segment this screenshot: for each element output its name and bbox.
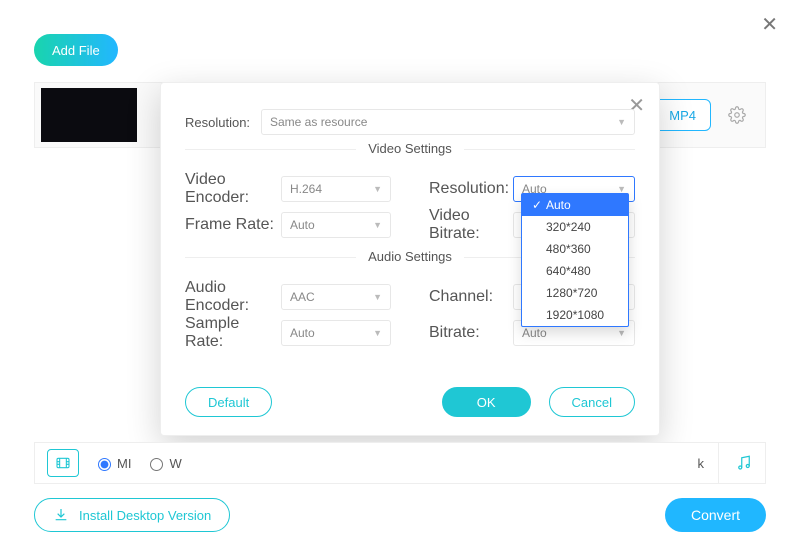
video-bitrate-label: Video Bitrate: xyxy=(429,207,513,243)
resolution-profile-label: Resolution: xyxy=(185,115,261,130)
check-icon: ✓ xyxy=(532,198,546,212)
output-format-label: MP4 xyxy=(669,108,696,123)
chevron-down-icon: ▼ xyxy=(617,117,626,127)
resolution-option[interactable]: 1280*720 xyxy=(522,282,628,304)
format-strip: MI W k xyxy=(34,442,766,484)
strip-right-text: k xyxy=(698,456,705,471)
video-encoder-label: Video Encoder: xyxy=(185,171,281,207)
install-desktop-button[interactable]: Install Desktop Version xyxy=(34,498,230,532)
resolution-option[interactable]: 640*480 xyxy=(522,260,628,282)
gear-icon[interactable] xyxy=(723,101,751,129)
frame-rate-label: Frame Rate: xyxy=(185,216,281,234)
chevron-down-icon: ▼ xyxy=(373,184,382,194)
convert-button[interactable]: Convert xyxy=(665,498,766,532)
chevron-down-icon: ▼ xyxy=(373,220,382,230)
audio-encoder-select[interactable]: AAC▼ xyxy=(281,284,391,310)
chevron-down-icon: ▼ xyxy=(373,292,382,302)
default-button[interactable]: Default xyxy=(185,387,272,417)
resolution-option[interactable]: 480*360 xyxy=(522,238,628,260)
cancel-button[interactable]: Cancel xyxy=(549,387,635,417)
video-encoder-select[interactable]: H.264▼ xyxy=(281,176,391,202)
resolution-profile-select[interactable]: Same as resource ▼ xyxy=(261,109,635,135)
audio-encoder-label: Audio Encoder: xyxy=(185,279,281,315)
resolution-option[interactable]: 1920*1080 xyxy=(522,304,628,326)
chevron-down-icon: ▼ xyxy=(373,328,382,338)
download-icon xyxy=(53,507,69,523)
add-file-button[interactable]: Add File xyxy=(34,34,118,66)
resolution-dropdown-menu: ✓Auto 320*240 480*360 640*480 1280*720 1… xyxy=(521,193,629,327)
video-format-icon[interactable] xyxy=(47,449,79,477)
window-close-icon[interactable]: ✕ xyxy=(761,12,778,37)
sample-rate-select[interactable]: Auto▼ xyxy=(281,320,391,346)
video-settings-heading: Video Settings xyxy=(185,149,635,165)
format-radio-option[interactable]: W xyxy=(145,455,181,471)
output-format-pill[interactable]: MP4 xyxy=(654,99,711,131)
resolution-option[interactable]: 320*240 xyxy=(522,216,628,238)
chevron-down-icon: ▼ xyxy=(617,328,626,338)
ok-button[interactable]: OK xyxy=(442,387,531,417)
audio-bitrate-label: Bitrate: xyxy=(429,324,513,342)
sample-rate-label: Sample Rate: xyxy=(185,315,281,351)
video-thumbnail xyxy=(41,88,137,142)
format-radio-option[interactable]: MI xyxy=(93,455,131,471)
video-resolution-label: Resolution: xyxy=(429,180,513,198)
frame-rate-select[interactable]: Auto▼ xyxy=(281,212,391,238)
music-format-icon[interactable] xyxy=(718,443,753,483)
resolution-option[interactable]: ✓Auto xyxy=(522,194,628,216)
channel-label: Channel: xyxy=(429,288,513,306)
